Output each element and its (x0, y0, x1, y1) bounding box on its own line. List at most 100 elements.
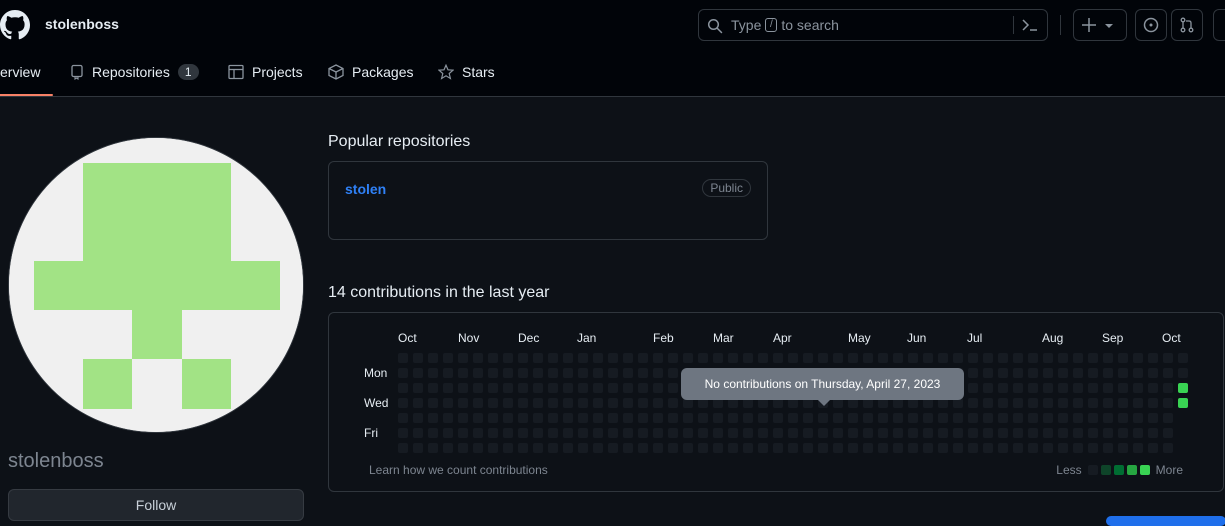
contribution-day-cell[interactable] (563, 383, 573, 393)
contribution-day-cell[interactable] (488, 413, 498, 423)
contribution-day-cell[interactable] (473, 353, 483, 363)
contribution-day-cell[interactable] (1058, 443, 1068, 453)
contribution-day-cell[interactable] (833, 428, 843, 438)
contribution-day-cell[interactable] (623, 413, 633, 423)
contribution-day-cell[interactable] (608, 368, 618, 378)
contribution-day-cell[interactable] (623, 398, 633, 408)
contribution-day-cell[interactable] (1133, 428, 1143, 438)
contribution-day-cell[interactable] (953, 443, 963, 453)
contribution-day-cell[interactable] (863, 428, 873, 438)
contribution-day-cell[interactable] (398, 428, 408, 438)
contribution-day-cell[interactable] (593, 353, 603, 363)
contribution-day-cell[interactable] (563, 428, 573, 438)
contribution-day-cell[interactable] (878, 353, 888, 363)
contribution-day-cell[interactable] (1163, 398, 1173, 408)
contribution-day-cell[interactable] (983, 368, 993, 378)
contribution-day-cell[interactable] (1088, 368, 1098, 378)
contribution-day-cell[interactable] (818, 413, 828, 423)
contribution-day-cell[interactable] (608, 413, 618, 423)
contribution-day-cell[interactable] (1073, 353, 1083, 363)
contribution-day-cell[interactable] (1073, 383, 1083, 393)
contribution-day-cell[interactable] (623, 428, 633, 438)
contribution-day-cell[interactable] (653, 443, 663, 453)
contribution-day-cell[interactable] (1058, 383, 1068, 393)
contribution-day-cell[interactable] (743, 353, 753, 363)
contribution-day-cell[interactable] (773, 413, 783, 423)
contribution-day-cell[interactable] (413, 353, 423, 363)
contribution-day-cell[interactable] (1073, 398, 1083, 408)
contribution-day-cell[interactable] (1088, 443, 1098, 453)
contribution-day-cell[interactable] (983, 353, 993, 363)
contribution-day-cell[interactable] (563, 368, 573, 378)
contribution-day-cell[interactable] (953, 413, 963, 423)
contribution-day-cell[interactable] (638, 443, 648, 453)
contribution-day-cell[interactable] (818, 353, 828, 363)
contribution-day-cell[interactable] (1103, 443, 1113, 453)
contribution-day-cell[interactable] (518, 428, 528, 438)
contribution-day-cell[interactable] (668, 368, 678, 378)
contribution-day-cell[interactable] (1058, 368, 1068, 378)
contribution-day-cell[interactable] (668, 443, 678, 453)
contribution-day-cell[interactable] (713, 353, 723, 363)
tab-stars[interactable]: Stars (438, 64, 495, 80)
contribution-day-cell[interactable] (788, 413, 798, 423)
contribution-day-cell[interactable] (758, 353, 768, 363)
contribution-day-cell[interactable] (548, 413, 558, 423)
contribution-day-cell[interactable] (1013, 443, 1023, 453)
contribution-day-cell[interactable] (653, 413, 663, 423)
contribution-day-cell[interactable] (548, 443, 558, 453)
contribution-day-cell[interactable] (563, 353, 573, 363)
contribution-day-cell[interactable] (458, 353, 468, 363)
contribution-day-cell[interactable] (758, 443, 768, 453)
contribution-day-cell[interactable] (1118, 413, 1128, 423)
contribution-day-cell[interactable] (998, 413, 1008, 423)
contribution-day-cell[interactable] (638, 368, 648, 378)
contribution-day-cell[interactable] (1043, 383, 1053, 393)
contribution-day-cell[interactable] (1058, 428, 1068, 438)
contribution-day-cell[interactable] (443, 398, 453, 408)
contribution-day-cell[interactable] (863, 353, 873, 363)
contribution-day-cell[interactable] (638, 428, 648, 438)
contribution-day-cell[interactable] (863, 443, 873, 453)
contribution-day-cell[interactable] (653, 428, 663, 438)
contribution-day-cell[interactable] (1028, 383, 1038, 393)
contribution-day-cell[interactable] (938, 413, 948, 423)
contribution-day-cell[interactable] (1103, 353, 1113, 363)
contribution-day-cell[interactable] (833, 443, 843, 453)
contribution-day-cell[interactable] (818, 428, 828, 438)
contribution-day-cell[interactable] (413, 413, 423, 423)
tab-overview[interactable]: erview (0, 64, 40, 80)
contribution-day-cell[interactable] (893, 353, 903, 363)
contribution-day-cell[interactable] (1073, 428, 1083, 438)
github-logo-icon[interactable] (0, 9, 30, 41)
contribution-day-cell[interactable] (998, 368, 1008, 378)
contribution-day-cell[interactable] (683, 353, 693, 363)
contribution-day-cell[interactable] (848, 413, 858, 423)
contribution-day-cell[interactable] (683, 443, 693, 453)
contribution-day-cell[interactable] (578, 383, 588, 393)
contribution-day-cell[interactable] (1133, 398, 1143, 408)
inbox-button[interactable] (1213, 9, 1225, 41)
contribution-day-cell[interactable] (428, 443, 438, 453)
contribution-day-cell[interactable] (923, 413, 933, 423)
contribution-day-cell[interactable] (1148, 398, 1158, 408)
contribution-day-cell[interactable] (938, 428, 948, 438)
contribution-day-cell[interactable] (1148, 428, 1158, 438)
contribution-day-cell[interactable] (533, 383, 543, 393)
contribution-day-cell[interactable] (1163, 383, 1173, 393)
contribution-day-cell[interactable] (413, 383, 423, 393)
contribution-day-cell[interactable] (638, 383, 648, 393)
contribution-day-cell[interactable] (473, 383, 483, 393)
contribution-day-cell[interactable] (503, 398, 513, 408)
contribution-day-cell[interactable] (578, 353, 588, 363)
contribution-day-cell[interactable] (488, 443, 498, 453)
contribution-day-cell[interactable] (488, 398, 498, 408)
contribution-day-cell[interactable] (593, 413, 603, 423)
contribution-day-cell[interactable] (908, 428, 918, 438)
contribution-day-cell[interactable] (833, 413, 843, 423)
contribution-day-cell[interactable] (428, 428, 438, 438)
contribution-day-cell[interactable] (1148, 443, 1158, 453)
contribution-day-cell[interactable] (1118, 398, 1128, 408)
contribution-day-cell[interactable] (533, 413, 543, 423)
tab-packages[interactable]: Packages (328, 64, 413, 80)
